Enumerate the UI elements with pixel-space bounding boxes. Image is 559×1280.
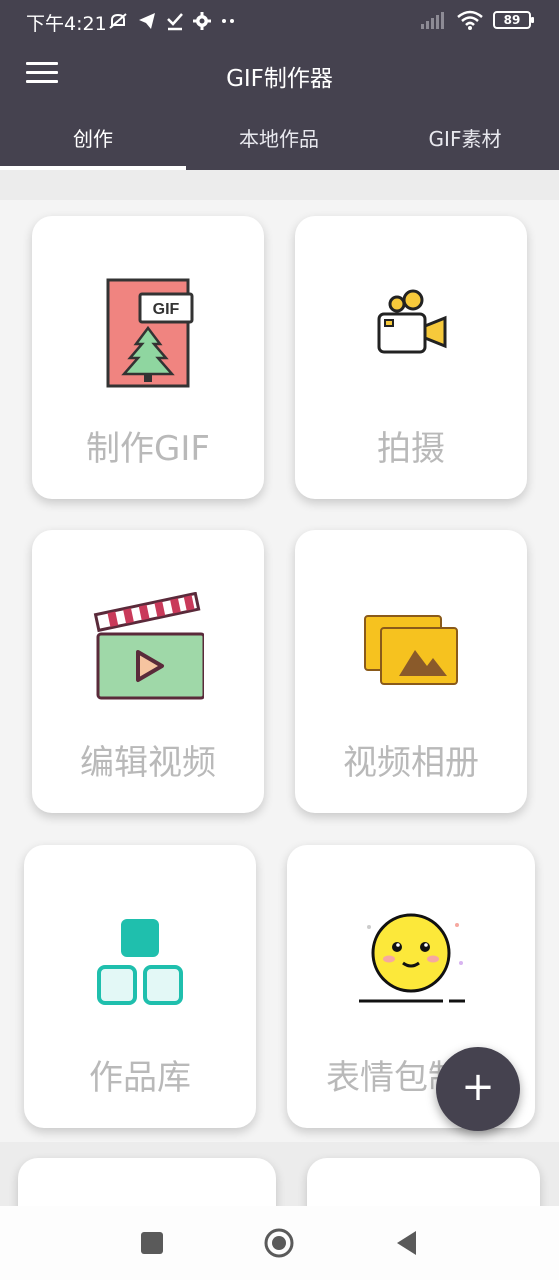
page-title: GIF制作器 bbox=[226, 66, 333, 92]
card-label: 制作GIF bbox=[86, 429, 210, 469]
add-button[interactable]: + bbox=[436, 1047, 520, 1131]
card-label: 视频相册 bbox=[343, 743, 479, 783]
tab-bar: 创作 本地作品 GIF素材 bbox=[0, 108, 559, 170]
mute-bell-icon bbox=[109, 13, 127, 29]
edit-video-card[interactable]: 编辑视频 bbox=[32, 530, 264, 813]
status-bar: 下午4:21 89 bbox=[0, 0, 559, 42]
photo-album-icon bbox=[364, 615, 458, 685]
status-system-icons: 89 bbox=[421, 10, 534, 30]
svg-text:GIF: GIF bbox=[153, 301, 180, 318]
video-album-card[interactable]: 视频相册 bbox=[295, 530, 527, 813]
wifi-icon bbox=[457, 10, 483, 30]
back-icon[interactable] bbox=[392, 1228, 422, 1258]
battery-indicator: 89 bbox=[493, 11, 534, 29]
video-camera-icon bbox=[377, 289, 447, 354]
card-label: 编辑视频 bbox=[80, 743, 216, 783]
clapperboard-icon bbox=[93, 592, 204, 700]
more-dots-icon bbox=[222, 19, 234, 23]
tab-create[interactable]: 创作 bbox=[0, 108, 186, 170]
task-check-icon bbox=[167, 13, 183, 31]
make-gif-card[interactable]: GIF 制作GIF bbox=[32, 216, 264, 499]
gif-file-icon: GIF bbox=[106, 278, 194, 388]
app-bar: GIF制作器 bbox=[0, 42, 559, 108]
signal-icon bbox=[421, 12, 444, 29]
telegram-icon bbox=[139, 13, 155, 29]
card-label: 拍摄 bbox=[377, 429, 445, 469]
status-notification-icons bbox=[108, 11, 236, 31]
partial-card[interactable] bbox=[307, 1158, 540, 1206]
tab-local-works[interactable]: 本地作品 bbox=[186, 108, 372, 170]
tab-gif-materials[interactable]: GIF素材 bbox=[372, 108, 558, 170]
smiley-icon bbox=[359, 913, 465, 1003]
shoot-card[interactable]: 拍摄 bbox=[295, 216, 527, 499]
blocks-icon bbox=[97, 919, 183, 1005]
status-time: 下午4:21 bbox=[26, 13, 107, 35]
partial-card[interactable] bbox=[18, 1158, 276, 1206]
system-nav-bar bbox=[0, 1206, 559, 1280]
gear-icon bbox=[193, 12, 211, 30]
works-library-card[interactable]: 作品库 bbox=[24, 845, 256, 1128]
card-label: 作品库 bbox=[89, 1058, 191, 1098]
home-icon[interactable] bbox=[264, 1228, 294, 1258]
recent-apps-icon[interactable] bbox=[137, 1228, 167, 1258]
